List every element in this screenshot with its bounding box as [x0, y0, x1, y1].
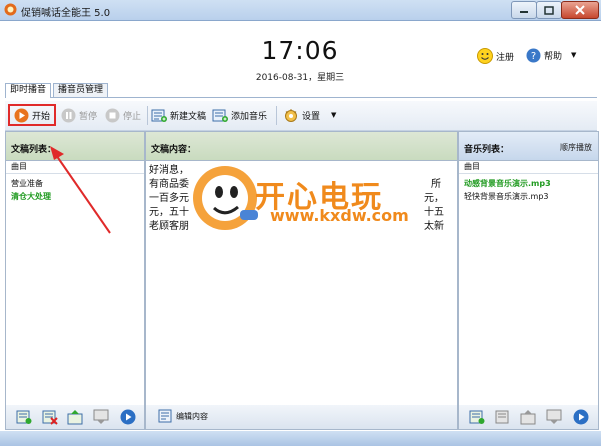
toolbar: 开始 暂停 停止 新建文稿 添加音乐 设置 ▼: [5, 101, 597, 131]
stop-label: 停止: [123, 111, 142, 122]
chevron-down-icon[interactable]: ▼: [571, 51, 576, 59]
pause-button[interactable]: 暂停: [61, 105, 97, 125]
list-item[interactable]: 轻快背景音乐演示.mp3: [464, 191, 549, 202]
content-line: 老顾客朋: [149, 221, 189, 232]
content-line: 一百多元: [149, 193, 189, 204]
maximize-icon: [544, 5, 554, 15]
stop-button[interactable]: 停止: [105, 105, 141, 125]
settings-label: 设置: [302, 111, 321, 122]
minimize-icon: [520, 11, 528, 13]
add-music-icon: [212, 109, 228, 122]
list-item[interactable]: 营业准备: [11, 178, 43, 189]
tab-live-broadcast[interactable]: 即时播音: [5, 83, 52, 98]
document-content-actions: 编辑内容: [145, 405, 458, 430]
music-list-panel: 音乐列表： 顺序播放 曲目 动感背景音乐演示.mp3 轻快背景音乐演示.mp3: [458, 131, 599, 407]
status-bar: [0, 431, 601, 446]
play-icon[interactable]: [573, 409, 589, 425]
toolbar-divider: [147, 106, 148, 125]
add-music-label: 添加音乐: [231, 111, 268, 122]
help-label: 帮助: [544, 52, 563, 62]
smiley-icon: [477, 48, 493, 64]
tab-announcer-management[interactable]: 播音员管理: [53, 83, 109, 97]
document-content-title: 文稿内容：: [151, 145, 197, 155]
title-bar: 促销喊话全能王 5.0: [0, 0, 601, 21]
minimize-button[interactable]: [511, 1, 537, 19]
move-up-icon[interactable]: [520, 409, 536, 425]
move-down-icon[interactable]: [93, 409, 109, 425]
delete-document-icon[interactable]: [42, 409, 58, 425]
new-document-button[interactable]: 新建文稿: [151, 105, 206, 125]
column-header: 曲目: [459, 161, 598, 174]
pause-label: 暂停: [79, 111, 98, 122]
play-icon: [14, 108, 29, 122]
content-line: 元，五十: [149, 207, 189, 218]
move-down-icon[interactable]: [546, 409, 562, 425]
content-line: 有商品委: [149, 179, 189, 190]
new-document-label: 新建文稿: [170, 111, 207, 122]
close-button[interactable]: [561, 1, 599, 19]
panel-header: 文稿内容：: [146, 132, 457, 161]
add-music-icon[interactable]: [469, 409, 485, 425]
play-mode-button[interactable]: 顺序播放: [560, 142, 592, 153]
start-button[interactable]: 开始: [8, 104, 57, 126]
toolbar-divider: [276, 106, 277, 125]
pause-icon: [61, 108, 76, 122]
new-document-icon: [151, 109, 167, 122]
delete-music-icon[interactable]: [495, 409, 511, 425]
register-button[interactable]: 注册: [477, 48, 514, 64]
svg-text:?: ?: [531, 51, 536, 62]
settings-button[interactable]: 设置 ▼: [283, 105, 336, 125]
document-list-actions: [5, 405, 145, 430]
music-list-actions: [458, 405, 599, 430]
music-list-title: 音乐列表：: [464, 145, 510, 155]
register-label: 注册: [496, 52, 515, 63]
chevron-down-icon[interactable]: ▼: [331, 111, 336, 119]
add-document-icon[interactable]: [16, 409, 32, 425]
clock-date: 2016-08-31，星期三: [255, 73, 345, 83]
play-icon[interactable]: [120, 409, 136, 425]
annotation-arrow: [50, 146, 111, 234]
settings-icon: [285, 109, 297, 122]
edit-content-label: 编辑内容: [176, 411, 208, 421]
list-item[interactable]: 动感背景音乐演示.mp3: [464, 178, 551, 189]
content-line: 好消息，: [149, 165, 189, 176]
window-title: 促销喊话全能王 5.0: [21, 8, 111, 19]
edit-content-button[interactable]: 编辑内容: [158, 409, 208, 423]
help-icon: ?: [526, 48, 541, 63]
maximize-button[interactable]: [536, 1, 562, 19]
tab-bar: 即时播音 播音员管理: [5, 83, 597, 98]
stop-icon: [105, 108, 120, 122]
watermark-url: www.kxdw.com: [270, 206, 409, 225]
start-label: 开始: [32, 111, 51, 122]
add-music-button[interactable]: 添加音乐: [212, 105, 267, 125]
edit-icon: [158, 409, 172, 423]
panel-header: 音乐列表： 顺序播放: [459, 132, 598, 161]
clock-time: 17:06: [261, 36, 339, 65]
move-up-icon[interactable]: [67, 409, 83, 425]
close-icon: [575, 5, 585, 15]
app-icon: [4, 3, 17, 16]
help-button[interactable]: ? 帮助: [526, 48, 562, 63]
